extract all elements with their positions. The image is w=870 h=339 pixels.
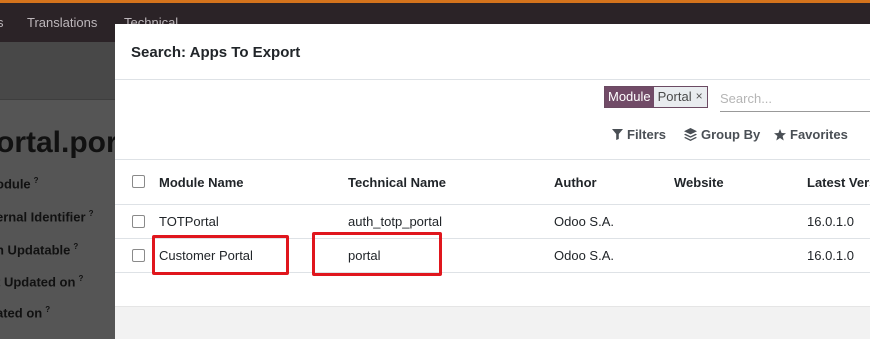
table-row[interactable]: TOTPortal auth_totp_portal Odoo S.A. 16.… <box>115 205 870 239</box>
search-facet[interactable]: Module Portal × <box>604 86 708 108</box>
filters-label: Filters <box>627 127 667 142</box>
group-by-button[interactable]: Group By <box>684 127 760 142</box>
dialog-footer <box>115 306 870 339</box>
column-header-latest-version[interactable]: Latest Vers <box>807 175 870 190</box>
nav-item-translations[interactable]: Translations <box>27 15 97 30</box>
background-field-label: t Updated on? <box>0 274 84 290</box>
background-field-label: ernal Identifier? <box>0 209 94 225</box>
background-field-label: n Updatable? <box>0 242 79 258</box>
cell-author: Odoo S.A. <box>554 248 614 263</box>
background-field-label: odule? <box>0 176 39 192</box>
star-icon <box>774 128 786 140</box>
dialog-title: Search: Apps To Export <box>131 44 301 61</box>
row-checkbox[interactable] <box>132 249 145 262</box>
facet-label: Module <box>605 87 654 107</box>
row-checkbox[interactable] <box>132 215 145 228</box>
dialog-header: Search: Apps To Export <box>115 24 870 80</box>
cell-technical-name: auth_totp_portal <box>348 214 442 229</box>
background-record-title: ortal.por <box>0 126 118 159</box>
favorites-button[interactable]: Favorites <box>774 127 848 142</box>
filters-button[interactable]: Filters <box>612 127 666 142</box>
facet-value: Portal <box>653 87 696 107</box>
search-dialog: Search: Apps To Export Module Portal × F… <box>115 24 870 339</box>
column-header-module-name[interactable]: Module Name <box>159 175 244 190</box>
cell-module-name: TOTPortal <box>159 214 219 229</box>
background-control-panel <box>0 42 115 100</box>
facet-remove-icon[interactable]: × <box>695 87 707 107</box>
table-header: Module Name Technical Name Author Websit… <box>115 159 870 205</box>
nav-item-partial[interactable]: s <box>0 15 4 30</box>
group-by-label: Group By <box>701 127 761 142</box>
column-header-website[interactable]: Website <box>674 175 724 190</box>
highlight-box-technical-name <box>312 232 442 276</box>
highlight-box-module-name <box>152 235 289 275</box>
cell-latest-version: 16.0.1.0 <box>807 248 854 263</box>
search-input[interactable] <box>720 86 870 112</box>
select-all-checkbox[interactable] <box>132 175 145 188</box>
cell-author: Odoo S.A. <box>554 214 614 229</box>
cell-latest-version: 16.0.1.0 <box>807 214 854 229</box>
column-header-author[interactable]: Author <box>554 175 597 190</box>
column-header-technical-name[interactable]: Technical Name <box>348 175 446 190</box>
favorites-label: Favorites <box>790 127 848 142</box>
background-field-label: ated on? <box>0 305 51 321</box>
layers-icon <box>684 128 697 141</box>
filter-icon <box>612 129 623 140</box>
